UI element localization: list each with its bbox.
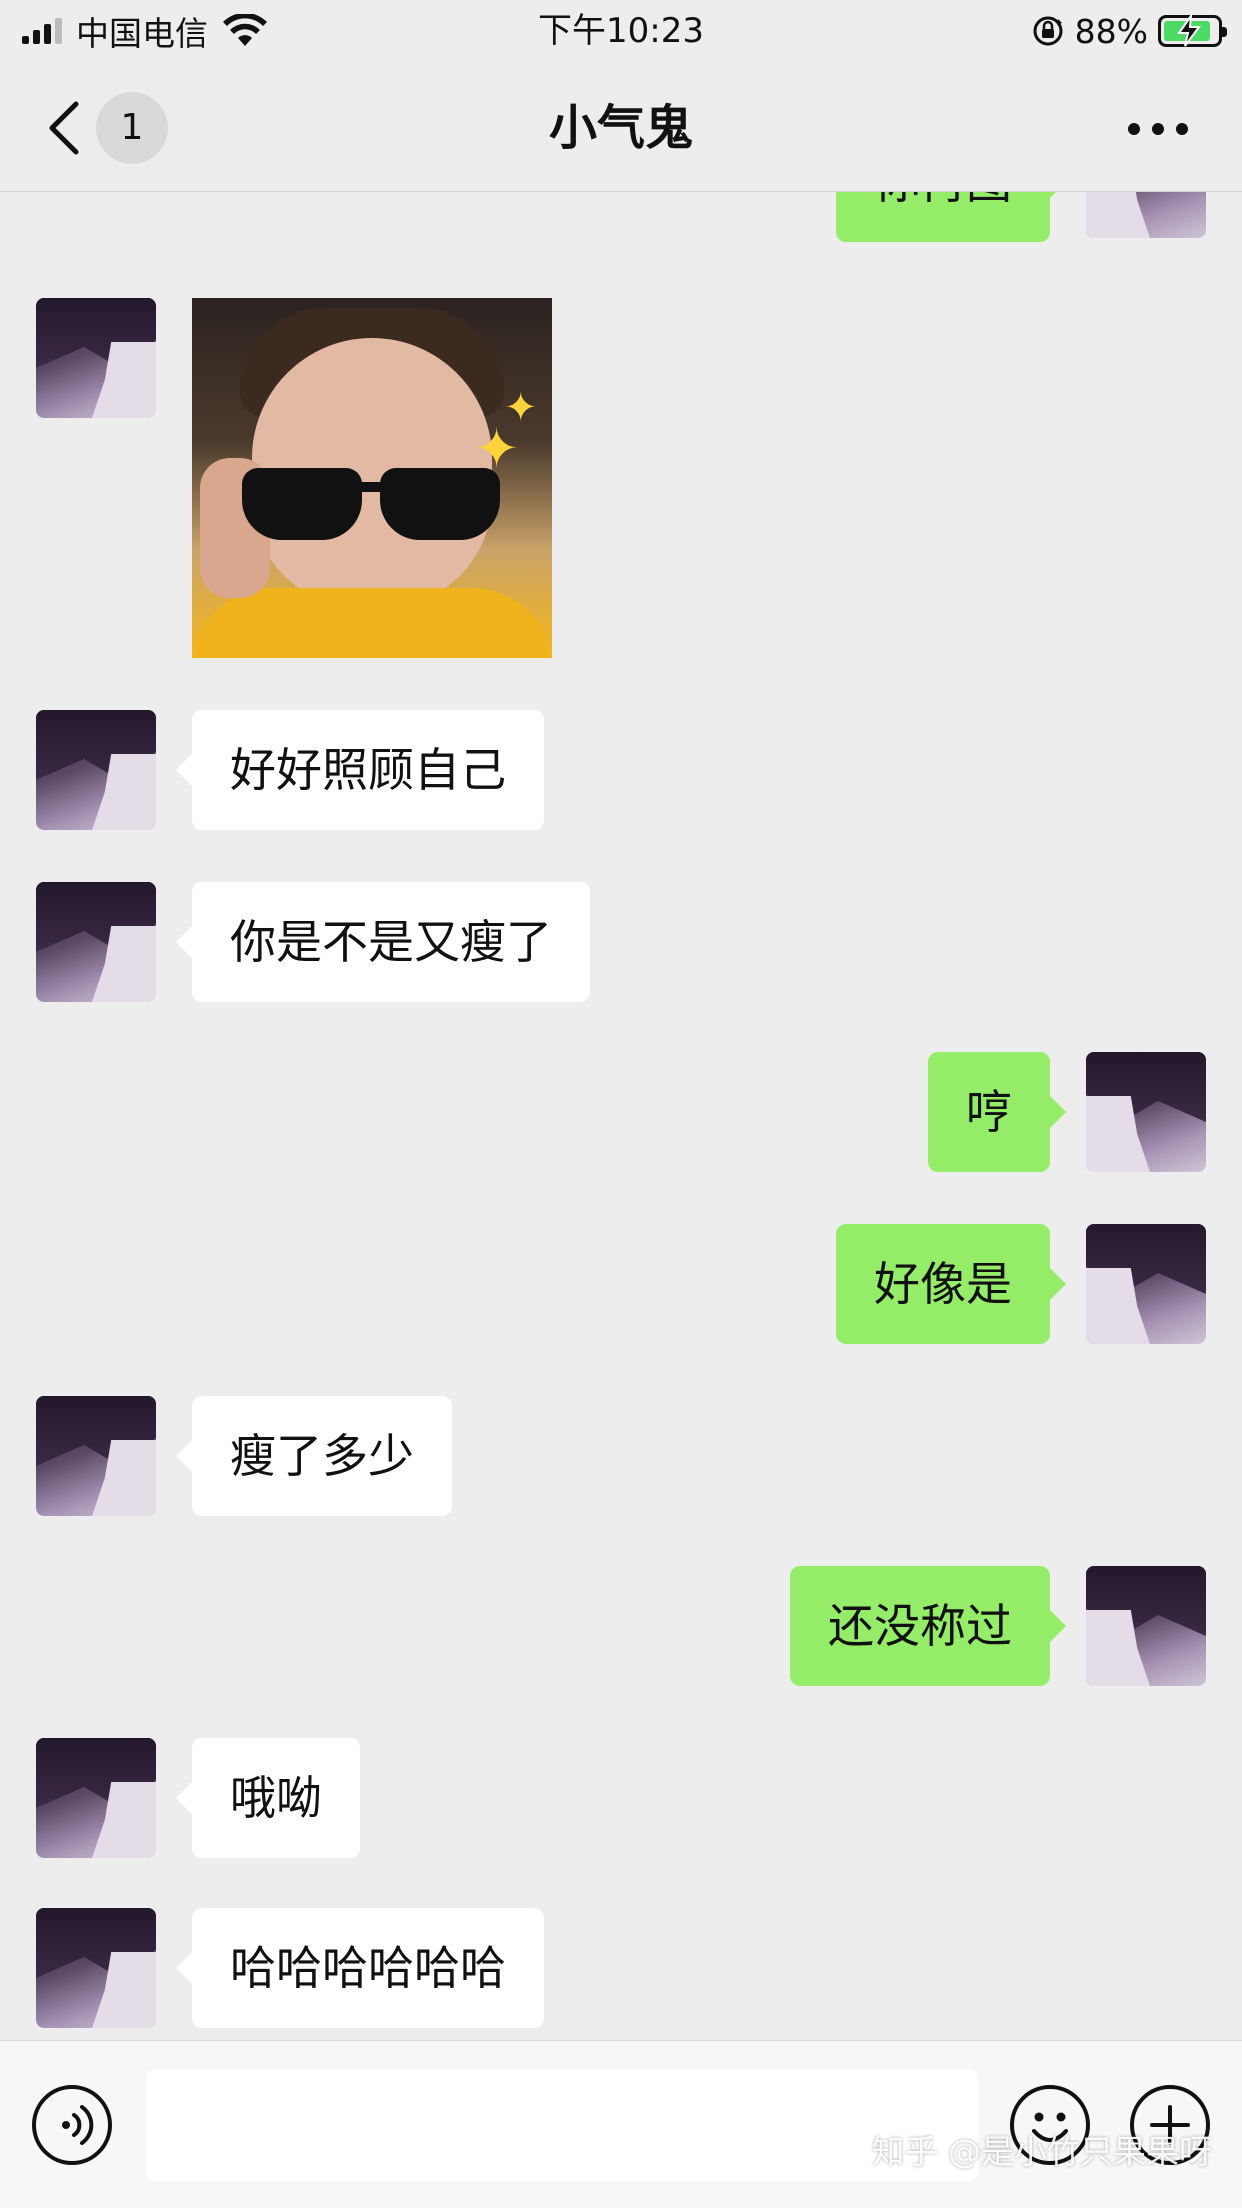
contact-avatar[interactable] [36,710,156,830]
message-bubble-sent[interactable]: 你再图 [836,192,1066,242]
my-avatar[interactable] [1086,192,1206,238]
message-input[interactable] [146,2069,978,2181]
contact-avatar[interactable] [36,1396,156,1516]
battery-percent: 88% [1074,11,1148,51]
message-bubble-received[interactable]: 哈哈哈哈哈哈 [176,1908,544,2028]
more-icon[interactable] [1128,114,1188,144]
input-bar: 知乎 @是小竹只果果呀 [0,2040,1242,2208]
my-avatar[interactable] [1086,1224,1206,1344]
image-message[interactable]: ✦ ✦ [192,298,552,658]
message-bubble-received[interactable]: 你是不是又瘦了 [176,882,590,1002]
contact-avatar[interactable] [36,882,156,1002]
contact-avatar[interactable] [36,1908,156,2028]
status-right: 88% [1031,10,1227,52]
message-bubble-received[interactable]: 哦呦 [176,1738,360,1858]
watermark: 知乎 @是小竹只果果呀 [871,2132,1213,2171]
message-bubble-sent[interactable]: 还没称过 [790,1566,1066,1686]
charging-bolt-icon [1177,15,1201,47]
battery-charging-icon [1158,15,1227,47]
voice-icon[interactable] [32,2085,112,2165]
chat-header: 1 小气鬼 [0,62,1242,192]
message-bubble-sent[interactable]: 哼 [928,1052,1066,1172]
my-avatar[interactable] [1086,1566,1206,1686]
rotation-lock-icon [1033,16,1063,46]
message-bubble-sent[interactable]: 好像是 [836,1224,1066,1344]
chat-title: 小气鬼 [548,100,693,156]
contact-avatar[interactable] [36,298,156,418]
message-list[interactable]: 你再图 ✦ ✦ 好好照顾自己 你是不是又瘦了 哼 好像是 瘦了多少 还没称过 哦… [0,192,1242,2040]
my-avatar[interactable] [1086,1052,1206,1172]
contact-avatar[interactable] [36,1738,156,1858]
status-bar: 中国电信 下午10:23 88% [0,0,1242,62]
message-bubble-received[interactable]: 好好照顾自己 [176,710,544,830]
message-bubble-received[interactable]: 瘦了多少 [176,1396,452,1516]
